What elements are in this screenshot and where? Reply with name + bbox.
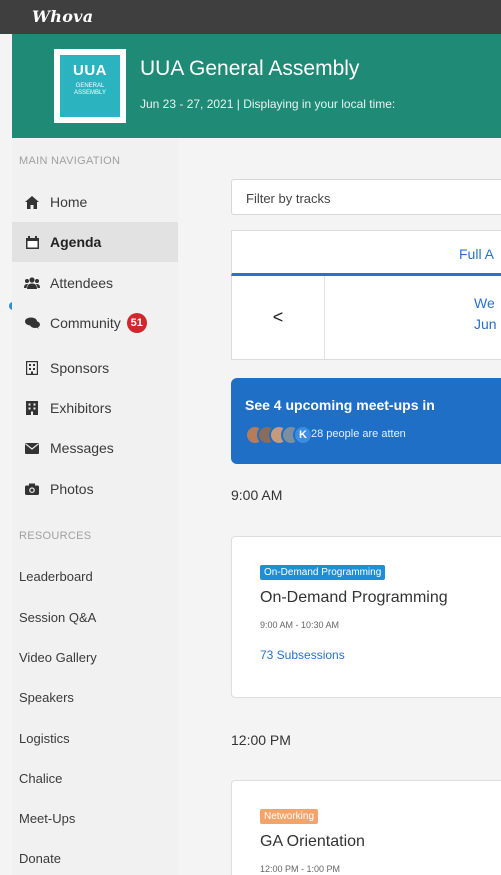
- session-time: 12:00 PM - 1:00 PM: [260, 864, 341, 874]
- envelope-icon: [24, 442, 40, 454]
- track-tag: Networking: [260, 809, 319, 824]
- previous-day-button[interactable]: <: [232, 276, 325, 359]
- agenda-tabs: Full A: [231, 230, 501, 276]
- chevron-left-icon: <: [272, 307, 284, 327]
- home-icon: [24, 195, 40, 209]
- sponsor-icon: [24, 361, 40, 375]
- event-dates: Jun 23 - 27, 2021 | Displaying in your l…: [140, 97, 396, 111]
- top-bar: Whova: [0, 0, 501, 34]
- session-card[interactable]: Networking GA Orientation 12:00 PM - 1:0…: [231, 780, 501, 875]
- exhibitor-icon: [24, 401, 40, 415]
- resources-heading: RESOURCES: [19, 530, 92, 542]
- sidebar-item-messages[interactable]: Messages: [12, 428, 178, 468]
- avatar: K: [293, 425, 313, 445]
- agenda-main: Filter by tracks Full A < We Jun See 4 u…: [178, 138, 501, 875]
- meetups-banner-title: See 4 upcoming meet-ups in: [245, 397, 435, 413]
- sidebar-item-attendees[interactable]: Attendees: [12, 263, 178, 303]
- sidebar-item-photos[interactable]: Photos: [12, 469, 178, 509]
- resource-donate[interactable]: Donate: [19, 851, 61, 866]
- time-heading: 9:00 AM: [231, 487, 283, 503]
- session-title: On-Demand Programming: [260, 589, 448, 606]
- subsessions-link[interactable]: 73 Subsessions: [260, 648, 345, 662]
- tab-full-agenda[interactable]: Full A: [459, 246, 494, 262]
- resource-meet-ups[interactable]: Meet-Ups: [19, 811, 75, 826]
- main-navigation-heading: MAIN NAVIGATION: [19, 155, 121, 167]
- track-tag: On-Demand Programming: [260, 565, 386, 580]
- selected-day[interactable]: We Jun: [474, 293, 497, 335]
- resource-session-qa[interactable]: Session Q&A: [19, 610, 96, 625]
- people-icon: [24, 277, 40, 289]
- sidebar-item-exhibitors[interactable]: Exhibitors: [12, 388, 178, 428]
- resource-speakers[interactable]: Speakers: [19, 690, 74, 705]
- meetups-banner[interactable]: See 4 upcoming meet-ups in K 28 people a…: [231, 378, 501, 464]
- day-navigator: < We Jun: [231, 276, 501, 360]
- session-time: 9:00 AM - 10:30 AM: [260, 620, 340, 630]
- camera-icon: [24, 483, 40, 495]
- brand-logo[interactable]: Whova: [32, 7, 93, 26]
- session-title: GA Orientation: [260, 833, 365, 850]
- sidebar-item-community[interactable]: Community 51: [12, 303, 178, 343]
- session-card[interactable]: On-Demand Programming On-Demand Programm…: [231, 536, 501, 698]
- meetups-attending-text: 28 people are atten: [311, 428, 406, 440]
- sidebar-item-sponsors[interactable]: Sponsors: [12, 348, 178, 388]
- resource-video-gallery[interactable]: Video Gallery: [19, 650, 97, 665]
- resource-leaderboard[interactable]: Leaderboard: [19, 569, 93, 584]
- event-header: UUA GENERAL ASSEMBLY UUA General Assembl…: [12, 34, 501, 138]
- event-logo: UUA GENERAL ASSEMBLY: [54, 49, 126, 123]
- resource-chalice[interactable]: Chalice: [19, 771, 62, 786]
- sidebar-item-agenda[interactable]: Agenda: [12, 222, 178, 262]
- sidebar: MAIN NAVIGATION Home Agenda Attendees Co…: [12, 138, 178, 875]
- track-filter-select[interactable]: Filter by tracks: [231, 179, 501, 215]
- time-heading: 12:00 PM: [231, 732, 291, 748]
- chat-icon: [24, 317, 40, 329]
- community-count-badge: 51: [126, 313, 147, 333]
- event-title: UUA General Assembly: [140, 57, 360, 80]
- resource-logistics[interactable]: Logistics: [19, 731, 70, 746]
- calendar-icon: [24, 235, 40, 249]
- sidebar-item-home[interactable]: Home: [12, 182, 178, 222]
